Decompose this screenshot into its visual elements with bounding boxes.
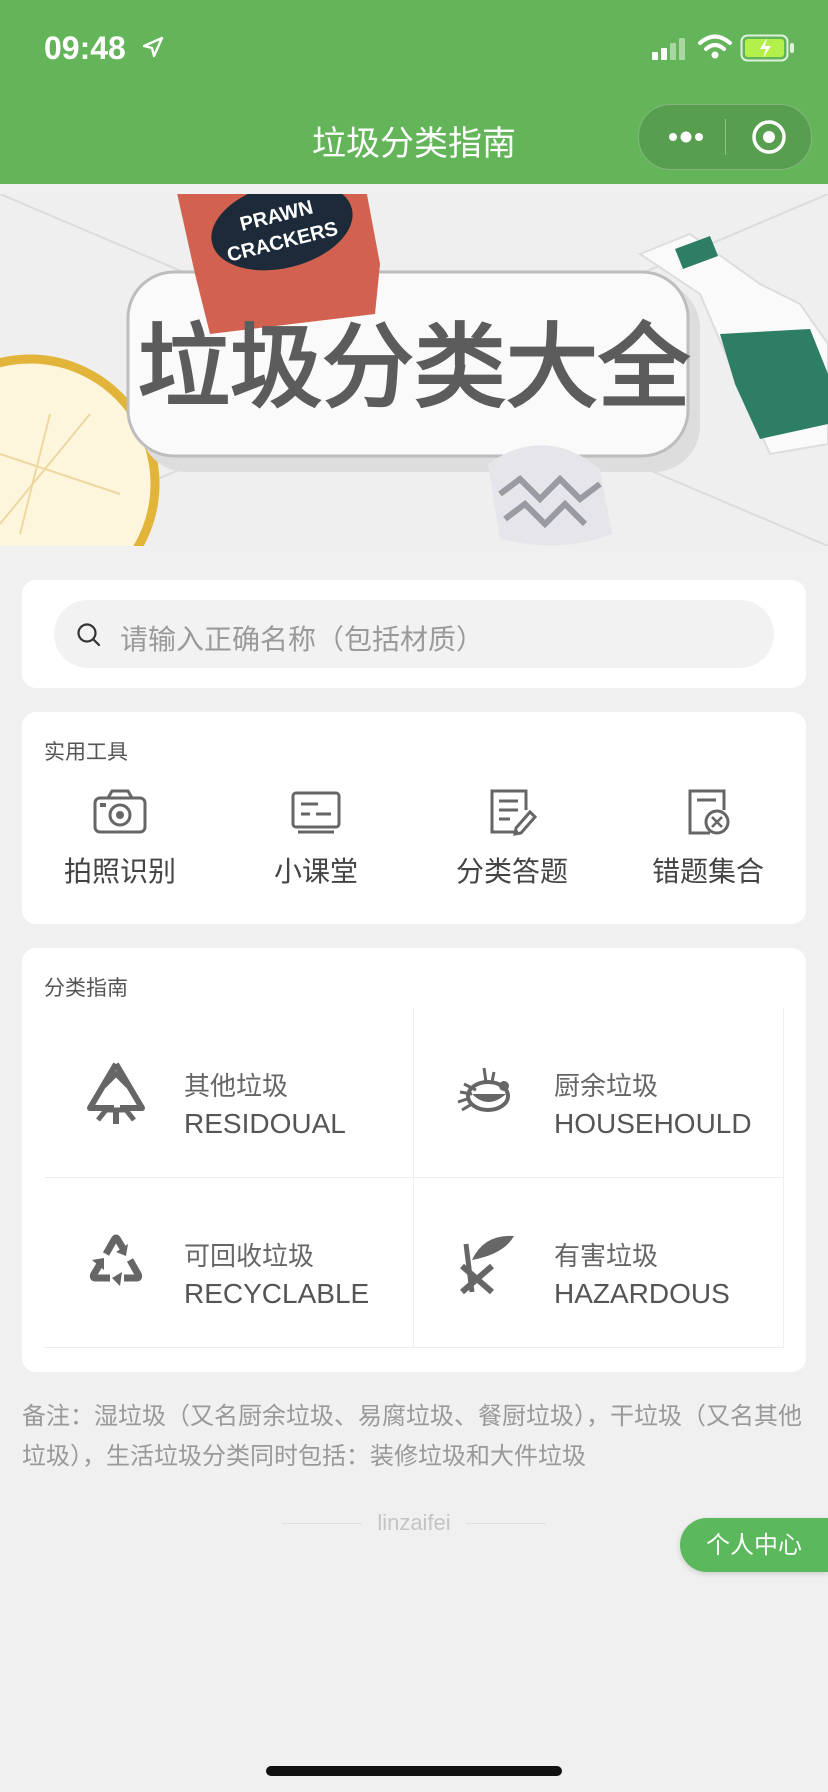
tools-card: 实用工具 拍照识别 小课堂 分类答题 错题集合 [22,712,806,924]
battery-icon [740,34,794,62]
guide-item-en: RECYCLABLE [184,1278,370,1309]
search-icon [77,623,101,647]
search-input[interactable]: 请输入正确名称（包括材质） [54,600,774,668]
more-options-icon[interactable] [661,123,711,151]
guide-item-hazardous[interactable]: 有害垃圾 HAZARDOUS [414,1178,784,1348]
camera-icon [93,789,147,834]
tools-section-title: 实用工具 [44,740,128,764]
guide-item-zh: 其他垃圾 [184,1072,289,1102]
guide-item-en: HAZARDOUS [554,1278,730,1309]
tool-classroom[interactable]: 小课堂 [218,788,414,890]
home-indicator[interactable] [266,1766,562,1776]
search-placeholder: 请输入正确名称（包括材质） [120,623,485,656]
recycle-icon [89,1234,143,1286]
guide-item-zh: 有害垃圾 [554,1242,659,1272]
guide-item-recyclable[interactable]: 可回收垃圾 RECYCLABLE [44,1178,414,1348]
guide-section-title: 分类指南 [44,976,128,1000]
close-mini-program-icon[interactable] [749,117,789,157]
classroom-icon [291,791,341,834]
guide-item-en: RESIDOUAL [184,1108,346,1139]
tool-label: 分类答题 [455,855,568,888]
navigation-bar: 垃圾分类指南 [0,92,828,184]
quiz-icon [490,789,538,836]
signal-icon [652,38,685,60]
tool-label: 小课堂 [273,855,358,888]
note-text: 备注：湿垃圾（又名厨余垃圾、易腐垃圾、餐厨垃圾），干垃圾（又名其他垃圾），生活垃… [22,1402,802,1470]
status-bar: 09:48 [0,0,828,92]
wrong-questions-icon [688,789,730,835]
wifi-icon [698,34,732,59]
mini-program-capsule [638,104,812,170]
guide-item-zh: 可回收垃圾 [184,1242,315,1272]
location-arrow-icon [142,36,164,58]
tool-label: 错题集合 [651,855,764,888]
tool-photo-recognition[interactable]: 拍照识别 [22,788,218,890]
guide-grid: 其他垃圾 RESIDOUAL 厨余垃圾 HOUSEHOULD 可回收垃圾 REC… [44,1008,784,1352]
status-time: 09:48 [44,30,126,66]
tool-label: 拍照识别 [63,855,176,888]
guide-item-zh: 厨余垃圾 [554,1072,659,1102]
search-card: 请输入正确名称（包括材质） [22,580,806,688]
kitchen-waste-icon [457,1067,510,1112]
guide-card: 分类指南 其他垃圾 RESIDOUAL 厨余垃圾 HOUSEHOULD 可回收垃… [22,948,806,1372]
banner-illustration: PRAWN CRACKERS 垃圾分类大全 [0,194,828,546]
banner-image: PRAWN CRACKERS 垃圾分类大全 [0,194,828,546]
guide-item-en: HOUSEHOULD [554,1108,752,1139]
residual-icon [87,1062,145,1124]
capsule-divider [725,119,726,155]
banner-title: 垃圾分类大全 [138,314,691,421]
guide-item-kitchen[interactable]: 厨余垃圾 HOUSEHOULD [414,1008,784,1178]
footer-divider-right [466,1523,546,1524]
personal-center-button[interactable]: 个人中心 [680,1518,828,1572]
tool-wrong-questions[interactable]: 错题集合 [610,788,806,890]
tool-quiz[interactable]: 分类答题 [414,788,610,890]
guide-item-residual[interactable]: 其他垃圾 RESIDOUAL [44,1008,414,1178]
hazardous-icon [460,1235,514,1295]
